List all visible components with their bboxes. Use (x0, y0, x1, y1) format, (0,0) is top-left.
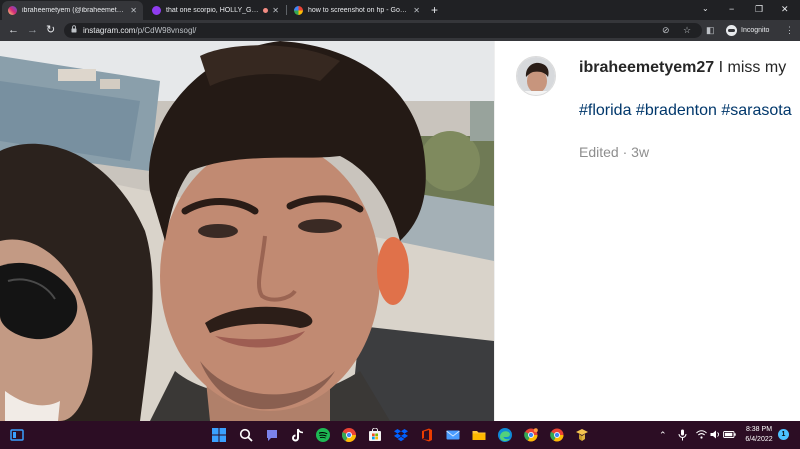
tab-search-icon[interactable]: ⌄ (702, 2, 709, 16)
tab-scorpio[interactable]: that one scorpio, HOLLY_GUZ... ✕ (146, 1, 285, 20)
edge-icon[interactable] (498, 428, 512, 442)
tab-strip: ibraheemetyem (@ibraheemetyem) • Instagr… (0, 0, 800, 20)
notification-badge[interactable]: 1 (778, 429, 789, 440)
browser-toolbar: ← → ↻ instagram.com/p/CdW98vnsogl/ ⊘ ☆ ◧… (0, 20, 800, 41)
eye-slash-icon[interactable]: ⊘ (662, 25, 670, 36)
post-sidebar: ibraheemetyem27 I miss my #florida #brad… (494, 41, 800, 421)
battery-icon[interactable] (723, 430, 736, 439)
clock-date: 6/4/2022 (745, 436, 773, 443)
post-caption-line: ibraheemetyem27 I miss my (579, 59, 786, 77)
lock-icon (71, 25, 77, 33)
restore-button[interactable]: ❐ (755, 2, 763, 16)
clock-time: 8:38 PM (745, 426, 773, 433)
snip-tool-icon[interactable] (575, 428, 589, 442)
menu-kebab-icon[interactable]: ⋮ (785, 24, 794, 36)
system-clock[interactable]: 8:38 PM 6/4/2022 (737, 425, 781, 445)
tab-label: ibraheemetyem (@ibraheemetyem) • Instagr… (22, 7, 127, 14)
search-icon[interactable] (239, 428, 253, 442)
spotify-icon[interactable] (316, 428, 330, 442)
post-photo[interactable] (0, 41, 494, 421)
windows-taskbar: ⌃ 8:38 PM 6/4/2022 1 (0, 421, 800, 449)
chrome-notification-icon[interactable] (524, 428, 538, 442)
mail-icon[interactable] (446, 428, 460, 442)
url-text: instagram.com/p/CdW98vnsogl/ (83, 26, 196, 35)
avatar-image (517, 57, 555, 95)
meta-separator: · (618, 144, 632, 160)
tray-overflow-icon[interactable]: ⌃ (659, 430, 667, 440)
forward-button[interactable]: → (27, 23, 38, 37)
google-favicon-icon (294, 6, 303, 15)
close-tab-icon[interactable]: ✕ (413, 6, 420, 15)
url-host: instagram.com (83, 26, 136, 35)
edited-label: Edited (579, 144, 619, 160)
post-age[interactable]: 3w (631, 144, 649, 160)
tiktok-icon[interactable] (291, 428, 305, 442)
tab-google-search[interactable]: how to screenshot on hp - Google Search … (288, 1, 426, 20)
microphone-icon[interactable] (678, 429, 687, 441)
hashtags[interactable]: #florida #bradenton #sarasota (579, 102, 792, 120)
site-favicon-icon (152, 6, 161, 15)
widgets-icon[interactable] (10, 428, 24, 442)
close-tab-icon[interactable]: ✕ (130, 6, 137, 15)
caption-text: I miss my (718, 59, 787, 76)
microsoft-store-icon[interactable] (368, 428, 382, 442)
tab-divider (286, 5, 287, 15)
username-link[interactable]: ibraheemetyem27 (579, 59, 714, 76)
back-button[interactable]: ← (8, 23, 19, 37)
new-tab-button[interactable]: + (431, 3, 438, 17)
selfie-image (0, 41, 494, 421)
reload-button[interactable]: ↻ (46, 23, 55, 37)
chrome-active-icon[interactable] (550, 428, 564, 442)
dropbox-icon[interactable] (394, 428, 408, 442)
avatar[interactable] (516, 56, 556, 96)
start-windows-icon[interactable] (212, 428, 226, 442)
post-meta: Edited · 3w (579, 144, 649, 160)
bookmark-star-icon[interactable]: ☆ (683, 25, 691, 36)
teams-chat-icon[interactable] (265, 428, 279, 442)
incognito-profile-button[interactable]: Incognito (722, 23, 773, 38)
minimize-button[interactable]: − (729, 2, 734, 16)
address-bar[interactable]: instagram.com/p/CdW98vnsogl/ ⊘ ☆ (64, 23, 702, 38)
close-window-button[interactable]: ✕ (781, 2, 789, 16)
incognito-icon (726, 25, 737, 36)
instagram-favicon-icon (8, 6, 17, 15)
side-panel-icon[interactable]: ◧ (706, 24, 715, 36)
office-icon[interactable] (420, 428, 434, 442)
tab-label: how to screenshot on hp - Google Search (308, 7, 409, 14)
tab-instagram[interactable]: ibraheemetyem (@ibraheemetyem) • Instagr… (2, 1, 143, 20)
file-explorer-icon[interactable] (472, 428, 486, 442)
tab-label: that one scorpio, HOLLY_GUZ... (166, 7, 261, 14)
url-path: /p/CdW98vnsogl/ (135, 26, 197, 35)
chrome-icon[interactable] (342, 428, 356, 442)
profile-label: Incognito (741, 27, 770, 34)
close-tab-icon[interactable]: ✕ (272, 6, 279, 15)
volume-icon[interactable] (710, 430, 721, 439)
recording-indicator-icon (263, 8, 269, 13)
wifi-icon[interactable] (696, 430, 707, 439)
page-viewport: ibraheemetyem27 I miss my #florida #brad… (0, 41, 800, 421)
